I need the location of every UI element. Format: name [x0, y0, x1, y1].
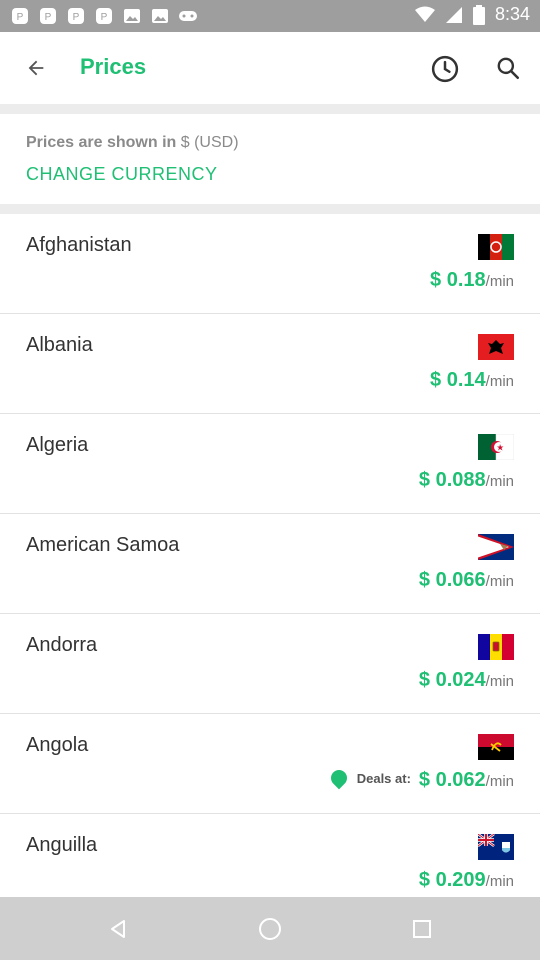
app-notification-icon: P [68, 8, 84, 24]
price-unit: /min [485, 273, 514, 290]
price: $ 0.024 /min [419, 669, 514, 692]
status-icons: 8:34 [414, 4, 530, 25]
app-notification-icon: P [12, 8, 28, 24]
list-item[interactable]: Andorra $ 0.024 /min [0, 614, 540, 714]
country-name: Andorra [26, 634, 98, 656]
currency-label: Prices are shown in [26, 134, 177, 151]
anguilla-flag-icon [478, 834, 514, 860]
albania-flag-icon [478, 334, 514, 360]
price-value: $ 0.024 [418, 669, 486, 691]
status-time: 8:34 [494, 4, 530, 24]
clock-icon [431, 55, 459, 83]
change-currency-button[interactable]: CHANGE CURRENCY [26, 164, 218, 185]
price-value: $ 0.062 [418, 769, 486, 791]
list-item[interactable]: Afghanistan $ 0.18 /min [0, 214, 540, 314]
arrow-back-icon [28, 60, 44, 76]
svg-text:P: P [101, 12, 108, 23]
history-button[interactable] [426, 50, 464, 88]
country-name: Algeria [26, 434, 89, 456]
section-divider [0, 104, 540, 114]
price: $ 0.209 /min [419, 869, 514, 892]
price: $ 0.066 /min [419, 569, 514, 592]
deals-indicator: Deals at: [327, 766, 411, 790]
price-unit: /min [485, 573, 514, 590]
signal-icon [445, 6, 462, 23]
svg-text:P: P [45, 12, 52, 23]
square-recents-icon [413, 920, 431, 938]
price-value: $ 0.18 [430, 269, 486, 291]
nav-recents-button[interactable] [402, 909, 442, 949]
price: $ 0.088 /min [419, 469, 514, 492]
svg-text:P: P [73, 12, 80, 23]
price-unit: /min [485, 673, 514, 690]
nav-back-button[interactable] [98, 909, 138, 949]
currency-value: $ (USD) [180, 134, 239, 151]
country-name: American Samoa [26, 534, 180, 556]
list-item[interactable]: Algeria $ 0.088 /min [0, 414, 540, 514]
price: $ 0.18 /min [430, 269, 514, 292]
battery-icon [472, 4, 485, 25]
status-bar: P P P P 8:34 [0, 0, 540, 32]
app-notification-icon: P [40, 8, 56, 24]
price: Deals at: $ 0.062 /min [327, 766, 514, 792]
list-item[interactable]: American Samoa $ 0.066 /min [0, 514, 540, 614]
gamepad-icon [179, 11, 197, 21]
nav-home-button[interactable] [250, 909, 290, 949]
price-value: $ 0.088 [418, 469, 486, 491]
currency-section: Prices are shown in $ (USD) CHANGE CURRE… [0, 114, 540, 204]
country-name: Afghanistan [26, 234, 132, 256]
page-title: Prices [80, 54, 147, 79]
deal-pin-icon [327, 766, 351, 790]
country-name: Anguilla [26, 834, 98, 856]
country-name: Albania [26, 334, 93, 356]
deals-label: Deals at: [356, 770, 411, 786]
app-notification-icon: P [96, 8, 112, 24]
price-unit: /min [485, 373, 514, 390]
angola-flag-icon [478, 734, 514, 760]
wifi-icon [414, 6, 435, 22]
price-value: $ 0.14 [430, 369, 486, 391]
system-navigation-bar [0, 897, 540, 960]
list-item[interactable]: Albania $ 0.14 /min [0, 314, 540, 414]
andorra-flag-icon [478, 634, 514, 660]
currency-info: Prices are shown in $ (USD) [26, 134, 239, 152]
notification-icons: P P P P [10, 6, 198, 26]
image-icon [124, 9, 140, 23]
list-item[interactable]: Angola Deals at: $ 0.062 /min [0, 714, 540, 814]
triangle-back-icon [111, 920, 125, 938]
price-unit: /min [485, 773, 514, 790]
app-bar: Prices [0, 32, 540, 104]
price-value: $ 0.209 [418, 869, 486, 891]
section-divider [0, 204, 540, 214]
back-button[interactable] [18, 50, 54, 86]
country-name: Angola [26, 734, 89, 756]
price-unit: /min [485, 873, 514, 890]
price-value: $ 0.066 [418, 569, 486, 591]
american-samoa-flag-icon [478, 534, 514, 560]
afghanistan-flag-icon [478, 234, 514, 260]
price: $ 0.14 /min [430, 369, 514, 392]
image-icon [152, 9, 168, 23]
search-icon [497, 57, 520, 80]
algeria-flag-icon [478, 434, 514, 460]
search-button[interactable] [490, 50, 526, 86]
circle-home-icon [259, 918, 281, 940]
country-price-list: Afghanistan $ 0.18 /min Albania $ 0.14 /… [0, 214, 540, 914]
price-unit: /min [485, 473, 514, 490]
svg-text:P: P [17, 12, 24, 23]
